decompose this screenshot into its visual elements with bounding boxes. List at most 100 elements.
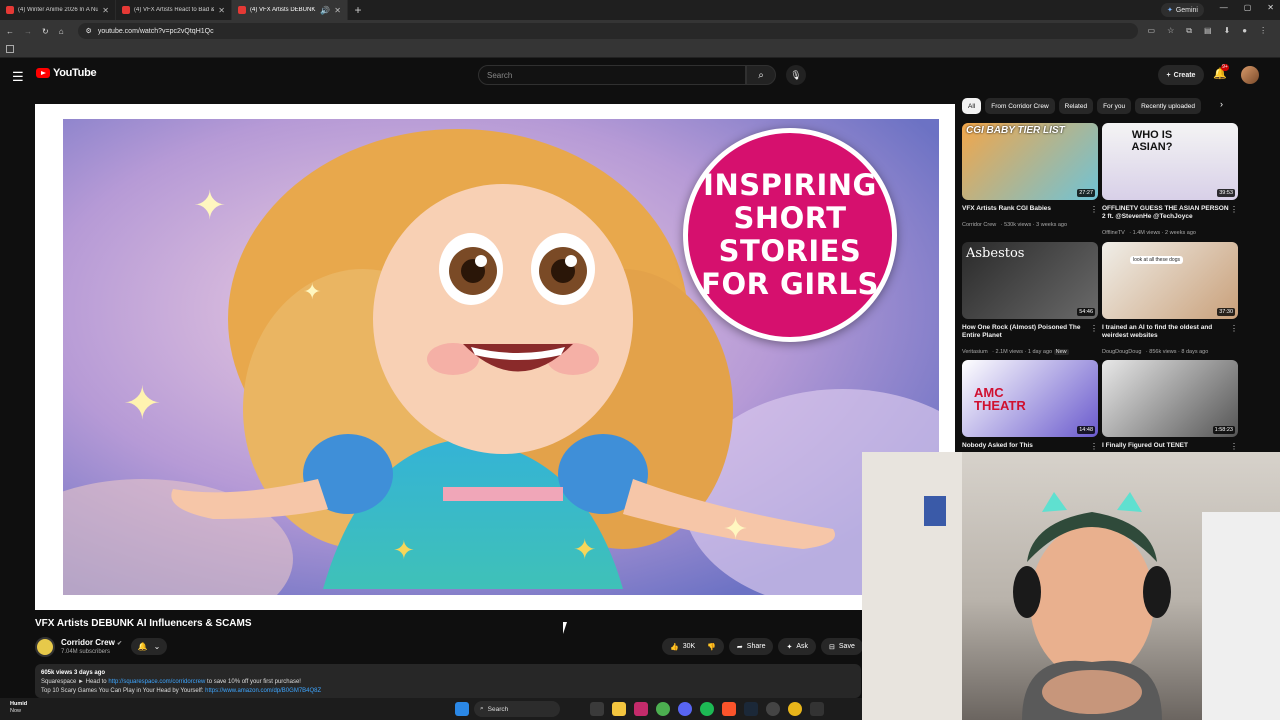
- steam-icon[interactable]: [744, 702, 758, 716]
- thumbs-down-icon[interactable]: 👎: [707, 643, 716, 651]
- apps-icon[interactable]: [6, 45, 14, 53]
- chip-for-you[interactable]: For you: [1097, 98, 1132, 114]
- more-options-icon[interactable]: ⋮: [1230, 324, 1238, 333]
- weather-widget[interactable]: Humid Now: [10, 701, 27, 715]
- save-label: Save: [838, 643, 855, 650]
- recommended-video[interactable]: look at all these dogs 37:30 I trained a…: [1102, 242, 1238, 358]
- taskbar-apps: [590, 702, 824, 716]
- thumbnail-text: AMC THEATR: [974, 385, 1026, 413]
- search-button[interactable]: ⌕: [746, 65, 776, 85]
- channel-avatar[interactable]: [35, 637, 55, 657]
- browser-tab[interactable]: (4) VFX Artists React to Bad & C ✕: [116, 0, 232, 20]
- speaker-icon[interactable]: 🔊: [320, 6, 330, 15]
- search-input[interactable]: Search: [478, 65, 746, 85]
- recommended-video[interactable]: CGI BABY TIER LIST 27:27 VFX Artists Ran…: [962, 123, 1098, 231]
- svg-text:✦: ✦: [123, 377, 162, 429]
- hamburger-menu-icon[interactable]: ☰: [12, 69, 24, 85]
- video-meta: · 856k views · 8 days ago: [1145, 349, 1209, 355]
- bookmark-icon: ⊟: [829, 643, 835, 651]
- recommended-video[interactable]: WHO IS ASIAN? 39:53 OFFLINETV GUESS THE …: [1102, 123, 1238, 239]
- maximize-icon[interactable]: ▢: [1244, 3, 1252, 12]
- thumbnail-text: WHO IS ASIAN?: [1131, 129, 1173, 153]
- file-explorer-icon[interactable]: [590, 702, 604, 716]
- home-icon[interactable]: ⌂: [59, 27, 64, 36]
- create-label: Create: [1173, 71, 1196, 79]
- gemini-button[interactable]: ✦ Gemini: [1160, 3, 1204, 17]
- mouse-cursor: [563, 622, 571, 634]
- video-actions: 👍 30K 👎 ➦ Share ✦ Ask ⊟ Save: [662, 638, 863, 655]
- chip-from-channel[interactable]: From Corridor Crew: [985, 98, 1055, 114]
- account-avatar[interactable]: [1241, 66, 1259, 84]
- browser-tab-active[interactable]: (4) VFX Artists DEBUNK AI 🔊 ✕: [232, 0, 348, 20]
- youtube-favicon-icon: [122, 6, 130, 14]
- video-thumbnail: WHO IS ASIAN? 39:53: [1102, 123, 1238, 200]
- download-icon[interactable]: ⬇: [1224, 26, 1231, 36]
- app-icon[interactable]: [810, 702, 824, 716]
- profile-icon[interactable]: ●: [1242, 26, 1247, 36]
- chip-recently-uploaded[interactable]: Recently uploaded: [1135, 98, 1201, 114]
- site-info-icon[interactable]: ⚙: [86, 27, 92, 35]
- more-options-icon[interactable]: ⋮: [1230, 205, 1238, 214]
- save-button[interactable]: ⊟ Save: [821, 638, 863, 655]
- video-meta: · 530k views · 3 weeks ago: [1000, 222, 1068, 228]
- bookmark-star-icon[interactable]: ☆: [1167, 26, 1174, 36]
- create-button[interactable]: + Create: [1158, 65, 1204, 85]
- thumbnail-text: CGI BABY TIER LIST: [966, 125, 1065, 136]
- voice-search-button[interactable]: 🎙: [786, 65, 806, 85]
- windows-start-icon[interactable]: [455, 702, 469, 716]
- chip-all[interactable]: All: [962, 98, 982, 114]
- cast-icon[interactable]: ▭: [1148, 26, 1156, 36]
- chevron-right-icon[interactable]: ›: [1220, 99, 1223, 109]
- discord-icon[interactable]: [678, 702, 692, 716]
- spotify-icon[interactable]: [700, 702, 714, 716]
- address-bar[interactable]: ⚙ youtube.com/watch?v=pc2vQtqH1Qc: [77, 23, 1138, 39]
- new-tab-button[interactable]: +: [348, 3, 368, 17]
- video-thumbnail: CGI BABY TIER LIST 27:27: [962, 123, 1098, 200]
- back-icon[interactable]: ←: [6, 27, 14, 36]
- obs-icon[interactable]: [766, 702, 780, 716]
- recommended-video[interactable]: AMC THEATR 14:48 Nobody Asked for This ⋮: [962, 360, 1098, 451]
- share-button[interactable]: ➦ Share: [728, 638, 774, 655]
- reload-icon[interactable]: ↻: [42, 27, 49, 36]
- description-box[interactable]: 605k views 3 days ago Squarespace ► Head…: [35, 664, 861, 698]
- like-button[interactable]: 👍 30K 👎: [662, 638, 724, 655]
- channel-name-text: Corridor Crew: [61, 638, 115, 647]
- brave-icon[interactable]: [722, 702, 736, 716]
- recommended-video[interactable]: 1:58:23 I Finally Figured Out TENET ⋮: [1102, 360, 1238, 451]
- more-options-icon[interactable]: ⋮: [1090, 205, 1098, 214]
- browser-tab[interactable]: (4) Winter Anime 2026 In A Nu ✕: [0, 0, 116, 20]
- menu-icon[interactable]: ⋮: [1259, 26, 1267, 36]
- svg-text:✦: ✦: [573, 534, 596, 565]
- more-options-icon[interactable]: ⋮: [1230, 442, 1238, 451]
- sidebar-icon[interactable]: ▤: [1204, 26, 1212, 36]
- chip-related[interactable]: Related: [1058, 98, 1094, 114]
- youtube-logo[interactable]: YouTube: [36, 67, 97, 79]
- duration-badge: 37:30: [1217, 308, 1235, 316]
- forward-icon[interactable]: →: [24, 27, 32, 36]
- close-tab-icon[interactable]: ✕: [334, 6, 341, 15]
- recommended-video[interactable]: Asbestos 54:46 How One Rock (Almost) Poi…: [962, 242, 1098, 358]
- youtube-favicon-icon: [238, 6, 246, 14]
- channel-name: DougDougDoug: [1102, 349, 1142, 355]
- close-window-icon[interactable]: ✕: [1267, 3, 1274, 12]
- extensions-icon[interactable]: ⧉: [1186, 26, 1192, 36]
- ask-button[interactable]: ✦ Ask: [778, 638, 817, 655]
- close-tab-icon[interactable]: ✕: [218, 6, 225, 15]
- close-tab-icon[interactable]: ✕: [102, 6, 109, 15]
- view-meta: 2.1M views · 1 day ago: [995, 349, 1053, 355]
- amazon-link[interactable]: https://www.amazon.com/dp/B0GM7B4Q8Z: [205, 688, 321, 694]
- subscription-bell-button[interactable]: 🔔 ⌄: [131, 638, 167, 655]
- minimize-icon[interactable]: —: [1220, 3, 1228, 12]
- video-player[interactable]: ✦ ✦ ✦ ✦ ✦ ✦ INSPIRING SHORT STORIES FOR …: [35, 104, 955, 610]
- more-options-icon[interactable]: ⋮: [1090, 442, 1098, 451]
- app-icon[interactable]: [634, 702, 648, 716]
- channel-name[interactable]: Corridor Crew ✔: [61, 638, 122, 647]
- taskbar-search[interactable]: ⌕ Search: [474, 701, 560, 717]
- more-options-icon[interactable]: ⋮: [1090, 324, 1098, 333]
- chrome-icon[interactable]: [656, 702, 670, 716]
- sponsor-link[interactable]: http://squarespace.com/corridorcrew: [108, 679, 205, 685]
- duration-badge: 54:46: [1077, 308, 1095, 316]
- folder-icon[interactable]: [612, 702, 626, 716]
- weather-title: Humid: [10, 701, 28, 707]
- chrome-active-icon[interactable]: [788, 702, 802, 716]
